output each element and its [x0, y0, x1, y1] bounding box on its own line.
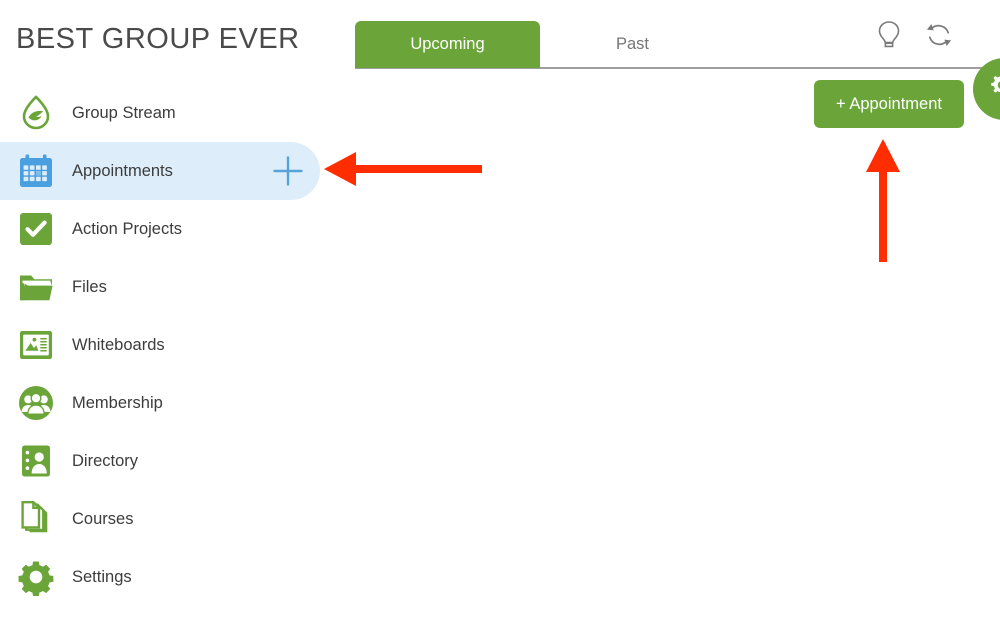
- sidebar-item-directory[interactable]: Directory: [0, 432, 330, 490]
- add-appointment-button[interactable]: + Appointment: [814, 80, 964, 128]
- sidebar-item-label: Action Projects: [72, 219, 183, 238]
- checkmark-icon: [15, 208, 57, 250]
- sidebar-item-label: Courses: [72, 509, 134, 528]
- sidebar-item-label: Appointments: [72, 161, 173, 180]
- leaf-drop-icon: [15, 92, 57, 134]
- sidebar-item-label: Files: [72, 277, 107, 296]
- lightbulb-icon[interactable]: [874, 20, 904, 50]
- gear-icon: [15, 556, 57, 598]
- tab-upcoming[interactable]: Upcoming: [355, 21, 540, 68]
- whiteboard-icon: [15, 324, 57, 366]
- sidebar-item-files[interactable]: Files: [0, 258, 330, 316]
- plus-icon[interactable]: [270, 153, 306, 189]
- app-root: BEST GROUP EVER Upcoming Past + Appointm…: [0, 0, 1000, 617]
- sidebar-item-label: Group Stream: [72, 103, 176, 122]
- contact-card-icon: [15, 440, 57, 482]
- sidebar-item-label: Membership: [72, 393, 163, 412]
- sidebar-item-whiteboards[interactable]: Whiteboards: [0, 316, 330, 374]
- arrow-pointing-to-add-appointment-button: [866, 139, 900, 262]
- sidebar-item-label: Whiteboards: [72, 335, 165, 354]
- sidebar-item-appointments[interactable]: Appointments: [0, 142, 320, 200]
- sidebar-item-courses[interactable]: Courses: [0, 490, 330, 548]
- refresh-icon[interactable]: [924, 20, 954, 50]
- arrow-pointing-to-appointments-plus: [324, 152, 482, 186]
- sidebar-item-settings[interactable]: Settings: [0, 548, 330, 606]
- people-group-icon: [15, 382, 57, 424]
- sidebar-nav: Group Stream Appointments Action Project…: [0, 84, 330, 606]
- sidebar-item-group-stream[interactable]: Group Stream: [0, 84, 330, 142]
- calendar-icon: [15, 150, 57, 192]
- page-title: BEST GROUP EVER: [16, 23, 300, 55]
- folder-icon: [15, 266, 57, 308]
- documents-icon: [15, 498, 57, 540]
- sidebar-item-label: Directory: [72, 451, 139, 470]
- sidebar-item-action-projects[interactable]: Action Projects: [0, 200, 330, 258]
- sidebar-item-membership[interactable]: Membership: [0, 374, 330, 432]
- topbar-actions: [874, 20, 954, 50]
- tab-past[interactable]: Past: [540, 21, 725, 68]
- sidebar-item-label: Settings: [72, 567, 132, 586]
